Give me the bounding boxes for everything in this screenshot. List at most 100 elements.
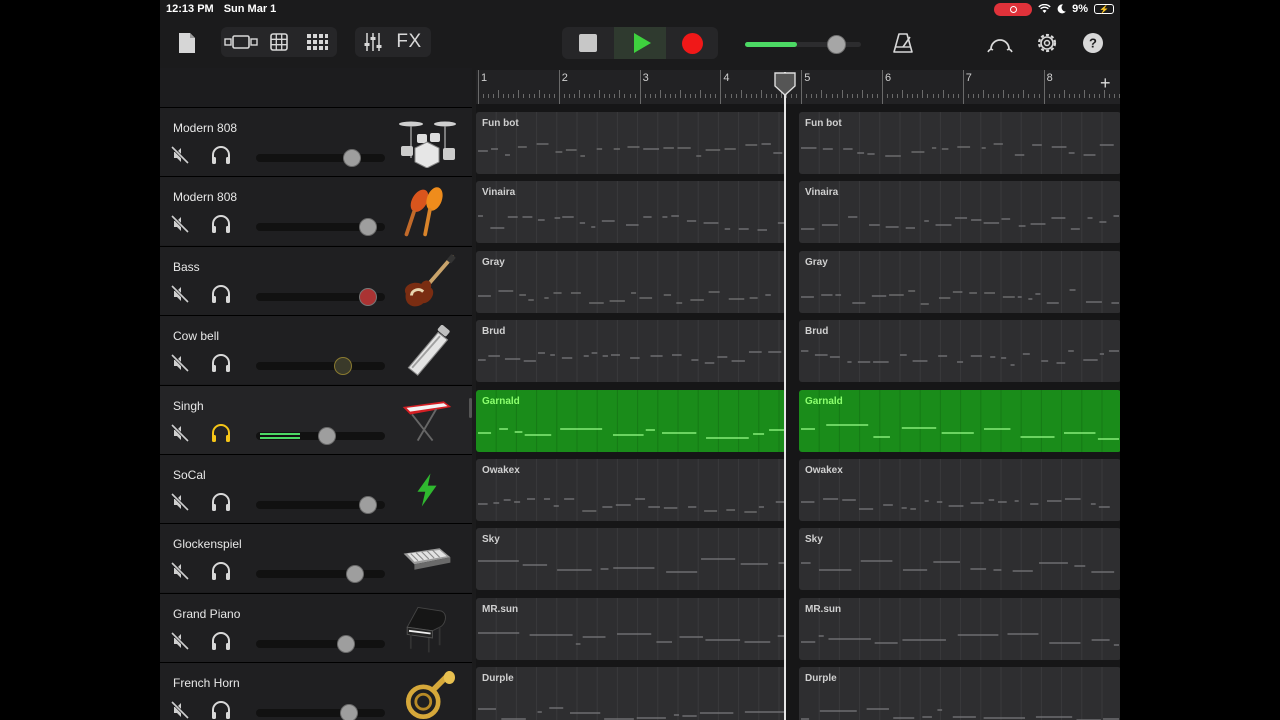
settings-button[interactable] xyxy=(1034,30,1060,56)
track-volume-knob[interactable] xyxy=(342,149,361,167)
audio-region[interactable]: Durple xyxy=(476,667,786,720)
track-volume-knob[interactable] xyxy=(359,287,378,306)
add-section-button[interactable]: + xyxy=(1100,73,1111,94)
mute-speaker-icon[interactable] xyxy=(170,215,190,234)
solo-headphones-icon[interactable] xyxy=(210,492,232,512)
track-volume-slider[interactable] xyxy=(256,357,385,376)
metronome-button[interactable] xyxy=(890,30,916,56)
audio-region[interactable]: Vinaira xyxy=(476,181,786,244)
track-volume-slider[interactable] xyxy=(256,426,385,445)
playhead-handle[interactable] xyxy=(774,72,796,96)
mute-speaker-icon[interactable] xyxy=(170,562,190,581)
track-volume-slider[interactable] xyxy=(256,565,385,584)
audio-region[interactable]: Sky xyxy=(476,528,786,591)
track-volume-slider[interactable] xyxy=(256,634,385,653)
track-header[interactable]: Singh xyxy=(160,384,472,454)
solo-headphones-icon[interactable] xyxy=(210,631,232,651)
beat-tick xyxy=(841,90,843,98)
audio-region[interactable]: Owakex xyxy=(799,459,1120,521)
mute-speaker-icon[interactable] xyxy=(170,423,190,442)
track-header[interactable]: Glockenspiel xyxy=(160,523,472,593)
solo-headphones-icon[interactable] xyxy=(210,700,232,720)
audio-region[interactable]: Sky xyxy=(799,528,1120,591)
live-loops-button[interactable] xyxy=(297,27,337,57)
track-volume-slider[interactable] xyxy=(256,287,385,306)
fx-button[interactable]: FX xyxy=(391,27,427,57)
track-volume-slider[interactable] xyxy=(256,218,385,237)
audio-region[interactable]: MR.sun xyxy=(799,597,1120,660)
drum-kit-icon[interactable] xyxy=(392,114,462,172)
solo-headphones-icon[interactable] xyxy=(210,145,232,165)
audio-region[interactable]: Vinaira xyxy=(799,181,1120,244)
track-header[interactable]: Grand Piano xyxy=(160,592,472,662)
solo-headphones-icon[interactable] xyxy=(210,423,232,443)
track-header[interactable]: Cow bell xyxy=(160,315,472,385)
bass-guitar-icon[interactable] xyxy=(392,253,462,311)
keyboard-synth-icon[interactable] xyxy=(392,392,462,450)
glockenspiel-icon[interactable] xyxy=(392,530,462,588)
status-time: 12:13 PM xyxy=(166,3,214,15)
audio-region[interactable]: Fun bot xyxy=(476,112,786,174)
solo-headphones-icon[interactable] xyxy=(210,284,232,304)
beat-tick xyxy=(952,94,954,98)
audio-region[interactable]: Garnald xyxy=(476,389,786,452)
mixer-button[interactable] xyxy=(355,27,391,57)
resize-handle[interactable] xyxy=(469,398,472,418)
audio-region[interactable]: Brud xyxy=(799,320,1120,383)
region-name: MR.sun xyxy=(482,603,519,615)
track-header[interactable]: SoCal xyxy=(160,454,472,523)
grand-piano-icon[interactable] xyxy=(392,600,462,658)
record-button[interactable] xyxy=(666,27,718,59)
beat-tick xyxy=(528,94,530,98)
track-volume-slider[interactable] xyxy=(256,149,385,167)
audio-region[interactable]: Gray xyxy=(799,250,1120,313)
audio-region[interactable]: Fun bot xyxy=(799,112,1120,174)
stop-button[interactable] xyxy=(562,27,614,59)
timeline-ruler[interactable]: 1 2 3 4 5 6 7 8 xyxy=(476,70,1120,104)
track-volume-knob[interactable] xyxy=(318,426,337,445)
audio-region[interactable]: Gray xyxy=(476,250,786,313)
loop-browser-button[interactable] xyxy=(987,30,1013,56)
audio-region[interactable]: Owakex xyxy=(476,459,786,521)
audio-region[interactable]: MR.sun xyxy=(476,597,786,660)
track-volume-knob[interactable] xyxy=(333,357,352,376)
maracas-icon[interactable] xyxy=(392,183,462,241)
mute-speaker-icon[interactable] xyxy=(170,631,190,650)
mute-speaker-icon[interactable] xyxy=(170,145,190,165)
track-volume-knob[interactable] xyxy=(337,634,356,653)
beat-tick xyxy=(1053,94,1055,98)
mute-speaker-icon[interactable] xyxy=(170,354,190,373)
track-volume-knob[interactable] xyxy=(345,565,364,584)
beat-tick xyxy=(659,90,661,98)
play-button[interactable] xyxy=(614,27,666,59)
audio-region[interactable]: Garnald xyxy=(799,389,1120,452)
solo-headphones-icon[interactable] xyxy=(210,214,232,234)
track-header[interactable]: Bass xyxy=(160,245,472,315)
track-header[interactable]: French Horn xyxy=(160,662,472,720)
track-header[interactable]: Modern 808 xyxy=(160,107,472,176)
browser-view-icon xyxy=(224,35,258,49)
tracks-view-button[interactable] xyxy=(221,27,261,57)
help-button[interactable]: ? xyxy=(1080,30,1106,56)
audio-region[interactable]: Durple xyxy=(799,667,1120,720)
track-volume-slider[interactable] xyxy=(256,496,385,514)
grid-view-button[interactable] xyxy=(261,27,297,57)
track-volume-knob[interactable] xyxy=(340,704,359,720)
mute-speaker-icon[interactable] xyxy=(170,284,190,303)
mute-speaker-icon[interactable] xyxy=(170,701,190,720)
master-volume-knob[interactable] xyxy=(827,35,847,54)
track-volume-slider[interactable] xyxy=(256,704,385,720)
solo-headphones-icon[interactable] xyxy=(210,353,232,373)
mute-speaker-icon[interactable] xyxy=(170,492,190,512)
solo-headphones-icon[interactable] xyxy=(210,561,232,581)
cowbell-icon[interactable] xyxy=(392,322,462,380)
track-header[interactable]: Modern 808 xyxy=(160,176,472,246)
my-songs-button[interactable] xyxy=(176,28,198,58)
track-volume-knob[interactable] xyxy=(359,218,378,237)
master-volume-slider[interactable] xyxy=(745,35,861,54)
audio-region[interactable]: Brud xyxy=(476,320,786,383)
lightning-bolt-icon[interactable] xyxy=(392,461,462,519)
midi-notes xyxy=(478,667,784,720)
french-horn-icon[interactable] xyxy=(392,669,462,720)
track-volume-knob[interactable] xyxy=(359,496,378,514)
